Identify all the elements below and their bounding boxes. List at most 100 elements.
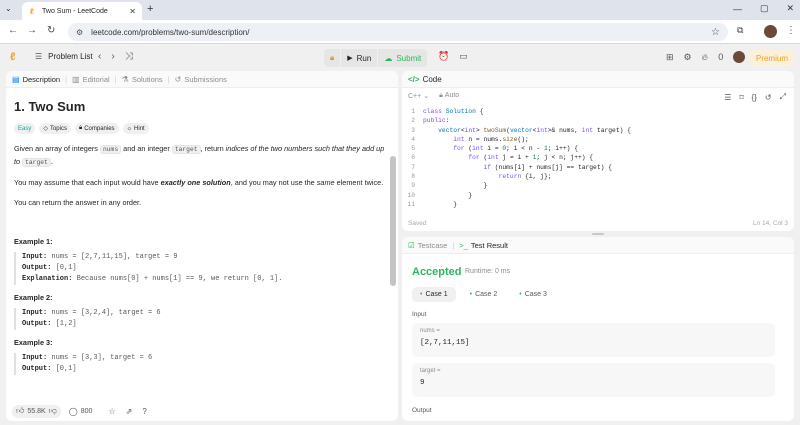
panel-resize-handle[interactable] xyxy=(592,233,604,235)
topics-chip[interactable]: ◇ Topics xyxy=(39,123,71,134)
language-select[interactable]: C++ ⌄ xyxy=(408,92,429,100)
tab-description[interactable]: ▤ Description xyxy=(12,75,60,84)
lock-icon: 🔒︎ xyxy=(330,53,335,62)
code-text: if (nums[i] + nums[j] == target) { xyxy=(483,163,612,171)
comments-button[interactable]: ◯ 800 xyxy=(65,405,97,418)
tab-search-icon[interactable]: ⌄ xyxy=(5,4,12,13)
example-input: Input: nums = [2,7,11,15], target = 9 xyxy=(22,252,386,263)
shuffle-icon[interactable]: ⤨ xyxy=(125,51,133,62)
header-tools: ⏰ ▭ xyxy=(438,51,468,62)
maximize-icon[interactable]: ▢ xyxy=(760,3,769,14)
bookmark-star-icon[interactable]: ☆ xyxy=(711,27,720,38)
user-avatar[interactable] xyxy=(733,51,746,63)
braces-icon[interactable]: {} xyxy=(752,92,757,102)
output-label: Output: xyxy=(22,264,52,272)
premium-button[interactable]: Premium xyxy=(750,50,794,66)
layout-icon[interactable]: ⊞ xyxy=(666,52,674,63)
leetcode-logo-icon[interactable]: ℓ xyxy=(10,51,15,63)
forward-icon[interactable]: → xyxy=(27,25,37,36)
test-result-panel: ☑ Testcase | >_ Test Result Accepted Run… xyxy=(402,237,794,421)
submit-button[interactable]: ☁ Submit xyxy=(378,49,428,67)
code-text: for (int j = i + 1; j < n; j++) { xyxy=(468,154,594,162)
thumbs-up-icon[interactable]: 👍︎ xyxy=(16,406,24,416)
case-tab-3[interactable]: • Case 3 xyxy=(511,287,555,302)
thumbs-down-icon[interactable]: 👎︎ xyxy=(49,406,57,416)
reload-icon[interactable]: ↻ xyxy=(47,25,55,36)
minimize-icon[interactable]: — xyxy=(733,3,742,14)
browser-tab-title: Two Sum - LeetCode xyxy=(42,7,108,15)
case-tab-2[interactable]: • Case 2 xyxy=(462,287,506,302)
hint-label: Hint xyxy=(134,125,145,132)
example-heading: Example 1: xyxy=(14,237,53,246)
tab-test-result[interactable]: >_ Test Result xyxy=(459,241,508,250)
tag-icon: ◇ xyxy=(43,126,48,132)
comment-icon: ◯ xyxy=(68,406,78,416)
tab-testcase[interactable]: ☑ Testcase xyxy=(408,241,447,250)
prev-problem-icon[interactable]: ‹ xyxy=(98,51,101,62)
line-number: 5 xyxy=(411,145,415,153)
debug-button[interactable]: 🔒︎ xyxy=(324,49,341,67)
bold-text: exactly one solution xyxy=(160,178,231,187)
help-icon[interactable]: ? xyxy=(142,407,146,416)
share-icon[interactable]: ⇗ xyxy=(126,407,133,416)
history-icon: ↺ xyxy=(174,74,182,84)
tab-editorial[interactable]: ▥ Editorial xyxy=(72,75,110,84)
fullscreen-icon[interactable]: ⤢ xyxy=(780,92,786,102)
code-text: } xyxy=(423,191,473,199)
result-status: Accepted xyxy=(412,266,462,278)
bookmark-icon[interactable]: ⌑ xyxy=(739,92,743,102)
new-tab-icon[interactable]: + xyxy=(147,3,153,15)
browser-menu-icon[interactable]: ⋮ xyxy=(786,25,796,36)
code-line: 4 int n = nums.size(); xyxy=(402,135,794,144)
url-text: leetcode.com/problems/two-sum/descriptio… xyxy=(91,27,250,37)
address-bar[interactable]: ⚙ leetcode.com/problems/two-sum/descript… xyxy=(68,23,728,41)
extensions-icon[interactable]: ⧉ xyxy=(737,25,743,36)
tab-description-label: Description xyxy=(22,74,61,84)
hint-chip[interactable]: ☼ Hint xyxy=(122,123,149,134)
notes-icon[interactable]: ▭ xyxy=(459,51,468,62)
settings-gear-icon[interactable]: ⚙ xyxy=(684,52,692,63)
case-tab-1[interactable]: • Case 1 xyxy=(412,287,456,302)
close-tab-icon[interactable]: ✕ xyxy=(129,7,136,16)
auto-mode[interactable]: 🔒︎ Auto xyxy=(439,92,459,100)
difficulty-badge: Easy xyxy=(14,123,36,134)
reset-icon[interactable]: ↺ xyxy=(765,92,772,102)
leetcode-favicon-icon: ℓ xyxy=(30,6,34,16)
flask-icon: ⚗ xyxy=(121,74,129,84)
code-editor[interactable]: 1 class Solution { 2 public: 3 vector<int>… xyxy=(402,107,794,209)
run-button[interactable]: ▶ Run xyxy=(341,49,378,67)
code-tab-label[interactable]: Code xyxy=(423,75,442,84)
example-output: Output: [0,1] xyxy=(22,263,386,274)
case-label: Case 2 xyxy=(475,291,498,298)
code-tab-bar: </> Code xyxy=(402,71,794,88)
code-text: public: xyxy=(423,117,450,125)
next-problem-icon[interactable]: › xyxy=(111,51,114,62)
close-window-icon[interactable]: ✕ xyxy=(786,3,794,14)
companies-chip[interactable]: 🔒︎ Companies xyxy=(74,123,119,134)
star-icon[interactable]: ☆ xyxy=(108,407,115,416)
line-number: 3 xyxy=(411,126,415,134)
tab-solutions[interactable]: ⚗ Solutions xyxy=(122,75,163,84)
lock-icon: 🔒︎ xyxy=(439,92,443,99)
submit-label: Submit xyxy=(396,53,422,63)
tab-divider: | xyxy=(65,74,68,84)
code-text: int n = nums.size(); xyxy=(453,135,529,143)
format-icon[interactable]: ☰ xyxy=(724,92,731,102)
problem-list-button[interactable]: ☰ Problem List xyxy=(35,52,93,61)
browser-tab-strip: ⌄ ℓ Two Sum - LeetCode ✕ + — ▢ ✕ xyxy=(0,0,800,20)
code-line: 5 for (int i = 0; i < n - 1; i++) { xyxy=(402,144,794,153)
code-line: 9 } xyxy=(402,181,794,190)
alarm-icon[interactable]: ⏰ xyxy=(438,51,449,62)
site-info-icon[interactable]: ⚙ xyxy=(76,28,83,37)
pass-dot-icon: • xyxy=(469,291,473,298)
scrollbar-thumb[interactable] xyxy=(390,156,396,286)
streak-flame-icon[interactable]: 🔥︎ xyxy=(702,52,709,63)
profile-avatar[interactable] xyxy=(764,25,777,38)
auto-label: Auto xyxy=(444,92,460,99)
back-icon[interactable]: ← xyxy=(8,25,18,36)
tab-divider: | xyxy=(452,240,455,250)
tab-submissions[interactable]: ↺ Submissions xyxy=(175,75,227,84)
input-label: Input: xyxy=(22,309,48,317)
problem-title[interactable]: 1. Two Sum xyxy=(14,99,386,114)
browser-tab[interactable]: ℓ Two Sum - LeetCode ✕ xyxy=(22,2,142,20)
